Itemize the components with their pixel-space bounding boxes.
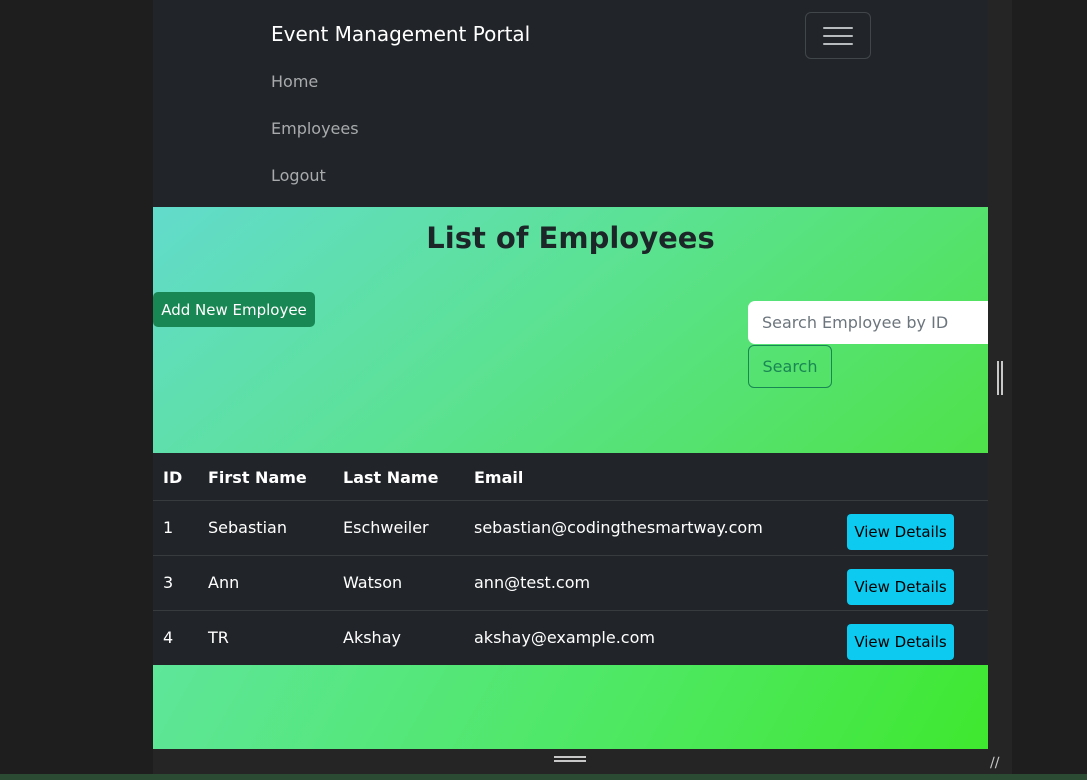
cell-actions: View Details [847, 610, 988, 666]
column-header-last-name: Last Name [343, 453, 474, 501]
browser-preview: Event Management Portal Home Employees L… [153, 0, 988, 749]
table-row: 3 Ann Watson ann@test.com View Details [153, 555, 988, 611]
employee-table: ID First Name Last Name Email 1 Sebastia… [153, 453, 988, 666]
add-employee-button[interactable]: Add New Employee [153, 292, 315, 327]
nav-link-home[interactable]: Home [271, 72, 318, 91]
view-details-button[interactable]: View Details [847, 513, 954, 550]
cell-actions: View Details [847, 500, 988, 556]
hero-banner: List of Employees Add New Employee Searc… [153, 207, 988, 453]
cell-id: 3 [153, 555, 208, 611]
search-button[interactable]: Search [748, 345, 832, 388]
column-header-first-name: First Name [208, 453, 343, 501]
table-row: 1 Sebastian Eschweiler sebastian@codingt… [153, 500, 988, 556]
footer-banner [153, 665, 988, 749]
cell-first-name: Ann [208, 555, 343, 611]
cell-last-name: Akshay [343, 610, 474, 666]
cell-email: akshay@example.com [474, 610, 847, 666]
cell-last-name: Watson [343, 555, 474, 611]
view-details-button[interactable]: View Details [847, 623, 954, 660]
page-title: List of Employees [426, 221, 715, 255]
cell-id: 1 [153, 500, 208, 556]
editor-right-panel [1012, 0, 1087, 780]
hamburger-icon [823, 26, 853, 29]
column-header-actions [847, 453, 988, 501]
ide-window: Event Management Portal Home Employees L… [0, 0, 1087, 780]
cell-id: 4 [153, 610, 208, 666]
nav-link-employees[interactable]: Employees [271, 119, 359, 138]
cell-email: sebastian@codingthesmartway.com [474, 500, 847, 556]
column-header-email: Email [474, 453, 847, 501]
cell-email: ann@test.com [474, 555, 847, 611]
hamburger-icon [823, 42, 853, 45]
column-header-id: ID [153, 453, 208, 501]
cell-first-name: TR [208, 610, 343, 666]
view-details-button[interactable]: View Details [847, 568, 954, 605]
status-bar [0, 774, 1087, 780]
cell-actions: View Details [847, 555, 988, 611]
nav-link-logout[interactable]: Logout [271, 166, 326, 185]
search-input[interactable] [748, 301, 988, 344]
corner-resize-grip-icon[interactable]: ∕∕ [990, 756, 999, 770]
navbar-brand[interactable]: Event Management Portal [271, 22, 530, 46]
editor-left-panel [0, 0, 153, 780]
navbar-toggler-button[interactable] [805, 12, 871, 59]
table-row: 4 TR Akshay akshay@example.com View Deta… [153, 610, 988, 666]
hamburger-icon [823, 34, 853, 37]
cell-last-name: Eschweiler [343, 500, 474, 556]
navbar: Event Management Portal Home Employees L… [153, 0, 988, 207]
table-header-row: ID First Name Last Name Email [153, 453, 988, 501]
vertical-resize-grip-icon[interactable] [997, 361, 1003, 395]
horizontal-resize-grip-icon[interactable] [554, 756, 586, 764]
cell-first-name: Sebastian [208, 500, 343, 556]
